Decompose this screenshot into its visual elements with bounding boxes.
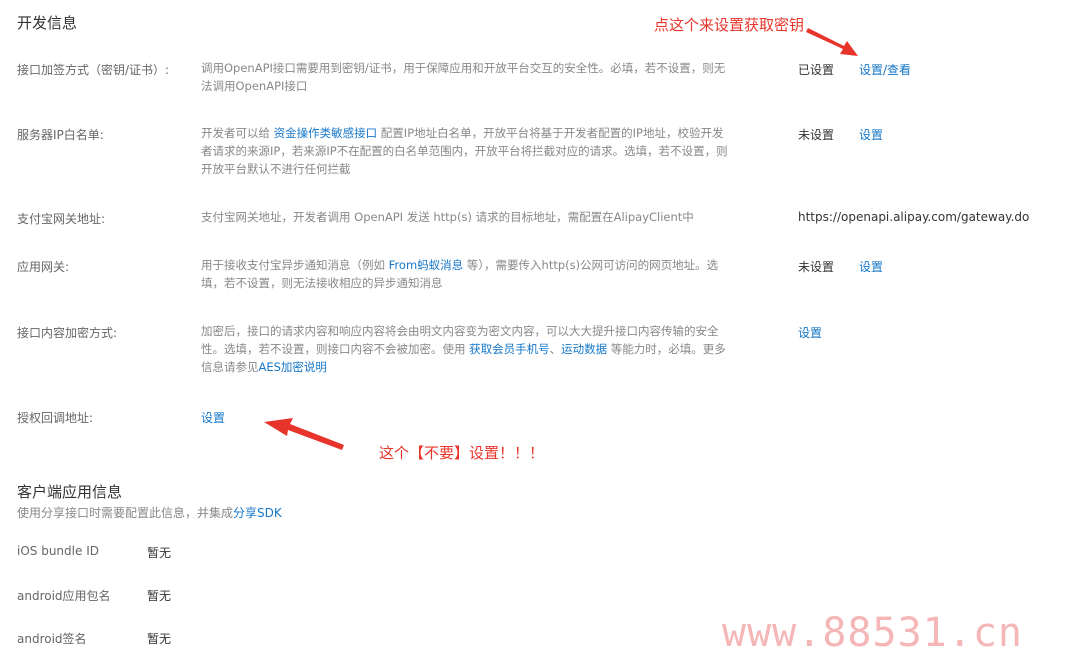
client-info-subtitle-text: 使用分享接口时需要配置此信息，并集成	[17, 506, 234, 520]
annotation-arrow-top-icon	[806, 28, 858, 56]
ios-bundle-id-label: iOS bundle ID	[17, 544, 99, 558]
content-encryption-desc-line3: 信息请参见AES加密说明	[201, 358, 756, 376]
ios-bundle-id-value: 暂无	[147, 546, 172, 560]
watermark: www.88531.cn	[722, 610, 1023, 656]
annotation-arrow-bottom-icon	[264, 418, 344, 450]
content-encryption-desc-text-a: 性。选填，若不设置，则接口内容不会被加密。使用	[201, 342, 470, 356]
auth-callback-set-link[interactable]: 设置	[201, 409, 225, 426]
dev-info-title: 开发信息	[17, 14, 78, 32]
gateway-address-label: 支付宝网关地址:	[17, 212, 106, 226]
annotation-top: 点这个来设置获取密钥	[654, 16, 805, 34]
client-info-subtitle: 使用分享接口时需要配置此信息，并集成分享SDK	[17, 504, 282, 521]
content-encryption-desc-sep: 、	[549, 342, 562, 356]
gateway-address-desc: 支付宝网关地址，开发者调用 OpenAPI 发送 http(s) 请求的目标地址…	[201, 210, 694, 224]
ip-whitelist-status: 未设置	[798, 128, 835, 142]
ip-whitelist-desc-line3: 开放平台默认不进行任何拦截	[201, 162, 351, 176]
client-info-title: 客户端应用信息	[17, 483, 123, 501]
ip-whitelist-desc-text-a: 开发者可以给	[201, 126, 274, 140]
member-phone-link[interactable]: 获取会员手机号	[469, 342, 550, 356]
ip-whitelist-desc-line2: 者请求的来源IP，若来源IP不在配置的白名单范围内，开放平台将拦截对应的请求。选…	[201, 144, 728, 158]
signing-method-desc: 调用OpenAPI接口需要用到密钥/证书，用于保障应用和开放平台交互的安全性。必…	[201, 59, 756, 95]
app-gateway-desc-text-a: 用于接收支付宝异步通知消息（例如	[201, 258, 389, 272]
ip-whitelist-desc: 开发者可以给 资金操作类敏感接口 配置IP地址白名单，开放平台将基于开发者配置的…	[201, 124, 756, 178]
app-gateway-desc-line1: 用于接收支付宝异步通知消息（例如 From蚂蚁消息 等），需要传入http(s)…	[201, 256, 756, 274]
content-encryption-desc-line1: 加密后，接口的请求内容和响应内容将会由明文内容变为密文内容，可以大大提升接口内容…	[201, 324, 719, 338]
app-gateway-status: 未设置	[798, 260, 835, 274]
content-encryption-label: 接口内容加密方式:	[17, 326, 118, 340]
app-gateway-desc-line2: 填，若不设置，则无法接收相应的异步通知消息	[201, 276, 443, 290]
android-signature-label: android签名	[17, 632, 87, 646]
signing-method-status: 已设置	[798, 63, 835, 77]
aes-doc-link[interactable]: AES加密说明	[259, 360, 327, 374]
from-ant-message-link[interactable]: From蚂蚁消息	[389, 258, 464, 272]
share-sdk-link[interactable]: 分享SDK	[233, 506, 282, 520]
app-gateway-label: 应用网关:	[17, 260, 70, 274]
content-encryption-desc-text-b: 等能力时，必填。更多	[607, 342, 726, 356]
auth-callback-label: 授权回调地址:	[17, 411, 94, 425]
ip-whitelist-set-link[interactable]: 设置	[859, 126, 883, 143]
signing-method-set-view-link[interactable]: 设置/查看	[859, 61, 911, 78]
sport-data-link[interactable]: 运动数据	[561, 342, 607, 356]
ip-whitelist-desc-line1: 开发者可以给 资金操作类敏感接口 配置IP地址白名单，开放平台将基于开发者配置的…	[201, 124, 756, 142]
sensitive-api-link[interactable]: 资金操作类敏感接口	[274, 126, 378, 140]
android-package-value: 暂无	[147, 589, 172, 603]
app-gateway-desc: 用于接收支付宝异步通知消息（例如 From蚂蚁消息 等），需要传入http(s)…	[201, 256, 756, 292]
content-encryption-desc-text-c: 信息请参见	[201, 360, 259, 374]
content-encryption-desc-line2: 性。选填，若不设置，则接口内容不会被加密。使用 获取会员手机号、运动数据 等能力…	[201, 340, 756, 358]
android-signature-value: 暂无	[147, 632, 172, 646]
ip-whitelist-desc-text-b: 配置IP地址白名单，开放平台将基于开发者配置的IP地址，校验开发	[377, 126, 724, 140]
signing-method-desc-line2: 法调用OpenAPI接口	[201, 79, 308, 93]
signing-method-label: 接口加签方式（密钥/证书）:	[17, 63, 170, 77]
content-encryption-desc: 加密后，接口的请求内容和响应内容将会由明文内容变为密文内容，可以大大提升接口内容…	[201, 322, 756, 376]
content-encryption-set-link[interactable]: 设置	[798, 324, 822, 341]
gateway-address-value: https://openapi.alipay.com/gateway.do	[798, 210, 1030, 224]
android-package-label: android应用包名	[17, 589, 111, 603]
annotation-bottom: 这个【不要】设置！！！	[379, 444, 545, 462]
app-gateway-desc-text-b: 等），需要传入http(s)公网可访问的网页地址。选	[463, 258, 719, 272]
signing-method-desc-line1: 调用OpenAPI接口需要用到密钥/证书，用于保障应用和开放平台交互的安全性。必…	[201, 61, 726, 75]
app-gateway-set-link[interactable]: 设置	[859, 258, 883, 275]
ip-whitelist-label: 服务器IP白名单:	[17, 128, 104, 142]
